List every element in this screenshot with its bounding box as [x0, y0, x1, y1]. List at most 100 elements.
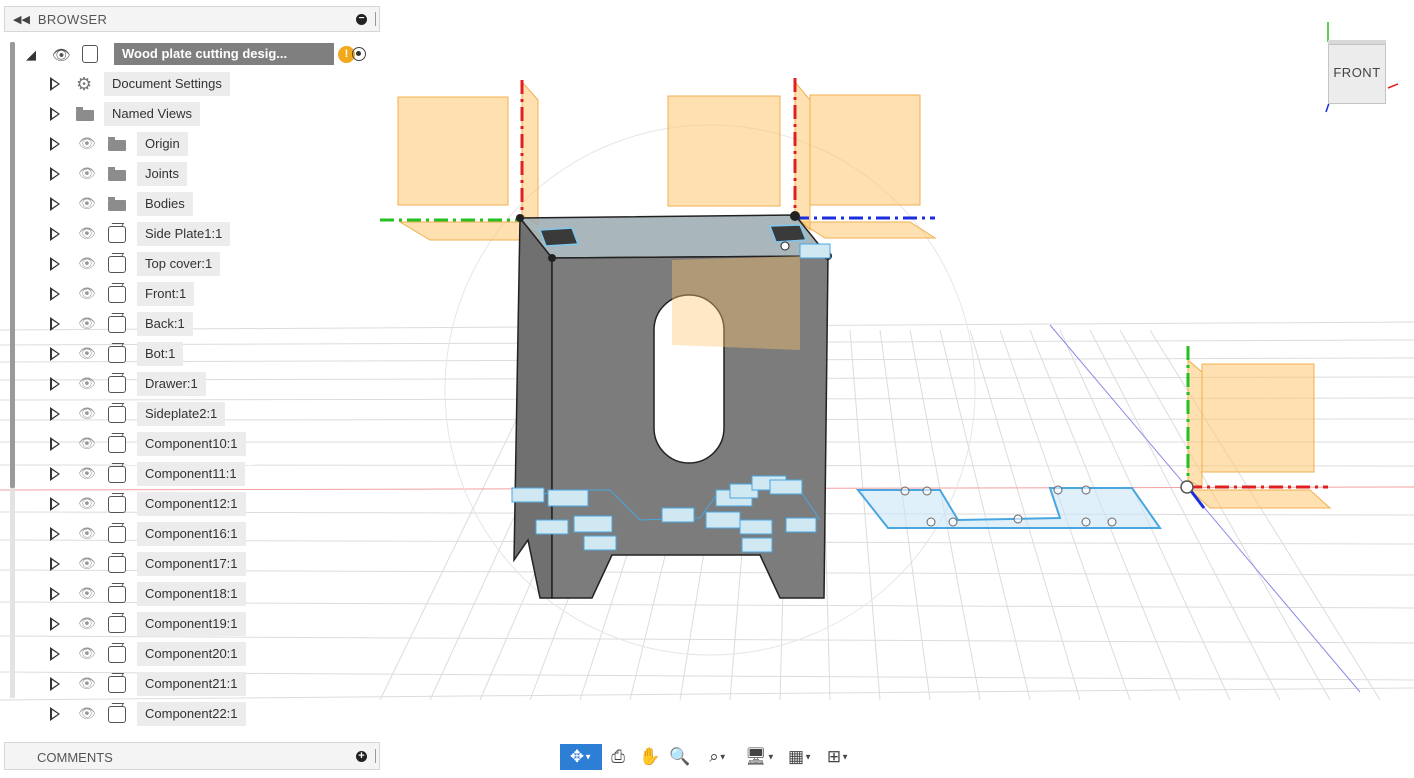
panel-grip[interactable]: [375, 12, 376, 26]
browser-item[interactable]: 👁 Bodies: [0, 192, 300, 216]
double-chevron-left-icon[interactable]: ◀◀: [13, 13, 30, 26]
browser-item[interactable]: 👁 Drawer:1: [0, 372, 300, 396]
expand-triangle-icon[interactable]: [50, 347, 60, 361]
browser-item[interactable]: 👁 Component18:1: [0, 582, 300, 606]
eye-icon[interactable]: 👁: [78, 405, 96, 422]
eye-icon[interactable]: 👁: [78, 645, 96, 662]
expand-triangle-icon[interactable]: [50, 587, 60, 601]
eye-icon[interactable]: 👁: [78, 495, 96, 512]
expand-triangle-icon[interactable]: [50, 77, 60, 91]
expand-triangle-icon[interactable]: [50, 677, 60, 691]
component-icon: [108, 616, 126, 633]
browser-item[interactable]: 👁 Component10:1: [0, 432, 300, 456]
eye-icon[interactable]: 👁: [78, 285, 96, 302]
eye-icon[interactable]: 👁: [78, 465, 96, 482]
expand-triangle-icon[interactable]: [50, 617, 60, 631]
browser-item-label: Component12:1: [137, 492, 246, 516]
eye-icon[interactable]: 👁: [78, 435, 96, 452]
eye-icon[interactable]: 👁: [78, 225, 96, 242]
expand-triangle-icon[interactable]: [50, 437, 60, 451]
eye-icon[interactable]: 👁: [52, 46, 71, 64]
expand-triangle-icon[interactable]: [50, 557, 60, 571]
browser-item[interactable]: 👁 Origin: [0, 132, 300, 156]
fit-icon[interactable]: ⌕▼: [700, 744, 736, 770]
browser-item[interactable]: 👁 Side Plate1:1: [0, 222, 300, 246]
component-icon: [108, 436, 126, 453]
browser-item-label: Named Views: [104, 102, 200, 126]
expand-triangle-icon[interactable]: [50, 377, 60, 391]
root-component-label[interactable]: Wood plate cutting desig...: [114, 43, 334, 65]
expand-triangle-icon[interactable]: [50, 407, 60, 421]
panel-grip[interactable]: [375, 749, 376, 763]
comments-header: COMMENTS +: [4, 742, 380, 770]
browser-item[interactable]: 👁 Component16:1: [0, 522, 300, 546]
eye-icon[interactable]: 👁: [78, 555, 96, 572]
browser-item-label: Joints: [137, 162, 187, 186]
expand-triangle-icon[interactable]: [50, 137, 60, 151]
browser-item[interactable]: 👁 Component20:1: [0, 642, 300, 666]
activate-radio-icon[interactable]: [352, 47, 366, 61]
grid-settings-icon[interactable]: ▦▼: [782, 744, 818, 770]
expand-triangle-icon[interactable]: [50, 497, 60, 511]
expand-triangle-icon[interactable]: [50, 707, 60, 721]
browser-item[interactable]: 👁 Component19:1: [0, 612, 300, 636]
plus-circle-icon[interactable]: +: [356, 751, 367, 762]
eye-icon[interactable]: 👁: [78, 165, 96, 182]
display-settings-icon[interactable]: 🖥▼: [742, 744, 778, 770]
eye-icon[interactable]: 👁: [78, 705, 96, 722]
expand-triangle-icon[interactable]: [50, 107, 60, 121]
browser-item[interactable]: 👁 Back:1: [0, 312, 300, 336]
comments-title: COMMENTS: [37, 750, 113, 765]
expand-triangle-icon[interactable]: [50, 527, 60, 541]
folder-icon: [108, 167, 126, 181]
browser-item-label: Component18:1: [137, 582, 246, 606]
expand-triangle-icon[interactable]: [50, 197, 60, 211]
eye-icon[interactable]: 👁: [78, 195, 96, 212]
zoom-icon[interactable]: 🔍: [668, 744, 692, 770]
expand-triangle-icon[interactable]: [50, 317, 60, 331]
browser-item[interactable]: 👁 Component17:1: [0, 552, 300, 576]
browser-item[interactable]: 👁 Front:1: [0, 282, 300, 306]
eye-icon[interactable]: 👁: [78, 345, 96, 362]
minus-circle-icon[interactable]: −: [356, 14, 367, 25]
component-icon: [108, 406, 126, 423]
browser-item-label: Top cover:1: [137, 252, 221, 276]
orbit-icon[interactable]: ✥▼: [560, 744, 602, 770]
eye-icon[interactable]: 👁: [78, 315, 96, 332]
ground-sketch: [855, 485, 1162, 529]
viewports-icon[interactable]: ⊞▼: [820, 744, 856, 770]
browser-item[interactable]: 👁 Component21:1: [0, 672, 300, 696]
eye-icon[interactable]: 👁: [78, 525, 96, 542]
expand-triangle-icon[interactable]: [50, 287, 60, 301]
eye-icon[interactable]: 👁: [78, 615, 96, 632]
browser-item[interactable]: 👁 Sideplate2:1: [0, 402, 300, 426]
expand-triangle-icon[interactable]: [50, 647, 60, 661]
view-cube[interactable]: FRONT: [1320, 20, 1400, 115]
expand-triangle-icon[interactable]: [50, 467, 60, 481]
expand-triangle-icon[interactable]: [50, 227, 60, 241]
browser-item[interactable]: ⚙ Document Settings: [0, 72, 300, 96]
folder-icon: [108, 197, 126, 211]
browser-item-label: Component21:1: [137, 672, 246, 696]
browser-item[interactable]: 👁 Component12:1: [0, 492, 300, 516]
look-at-icon[interactable]: ⎙: [606, 744, 630, 770]
folder-icon: [108, 137, 126, 151]
eye-icon[interactable]: 👁: [78, 375, 96, 392]
browser-item[interactable]: 👁 Component11:1: [0, 462, 300, 486]
browser-item[interactable]: Named Views: [0, 102, 300, 126]
browser-item[interactable]: 👁 Component22:1: [0, 702, 300, 726]
eye-icon[interactable]: 👁: [78, 255, 96, 272]
eye-icon[interactable]: 👁: [78, 135, 96, 152]
browser-item[interactable]: 👁 Joints: [0, 162, 300, 186]
expand-triangle-icon[interactable]: [50, 257, 60, 271]
browser-item[interactable]: 👁 Top cover:1: [0, 252, 300, 276]
pan-icon[interactable]: ✋: [638, 744, 662, 770]
expand-triangle-icon[interactable]: [50, 167, 60, 181]
eye-icon[interactable]: 👁: [78, 675, 96, 692]
view-cube-front-face[interactable]: FRONT: [1328, 44, 1386, 104]
browser-item-label: Component17:1: [137, 552, 246, 576]
browser-item[interactable]: 👁 Bot:1: [0, 342, 300, 366]
expanded-triangle-icon[interactable]: ◢: [26, 47, 36, 63]
browser-item-label: Component11:1: [137, 462, 245, 486]
eye-icon[interactable]: 👁: [78, 585, 96, 602]
